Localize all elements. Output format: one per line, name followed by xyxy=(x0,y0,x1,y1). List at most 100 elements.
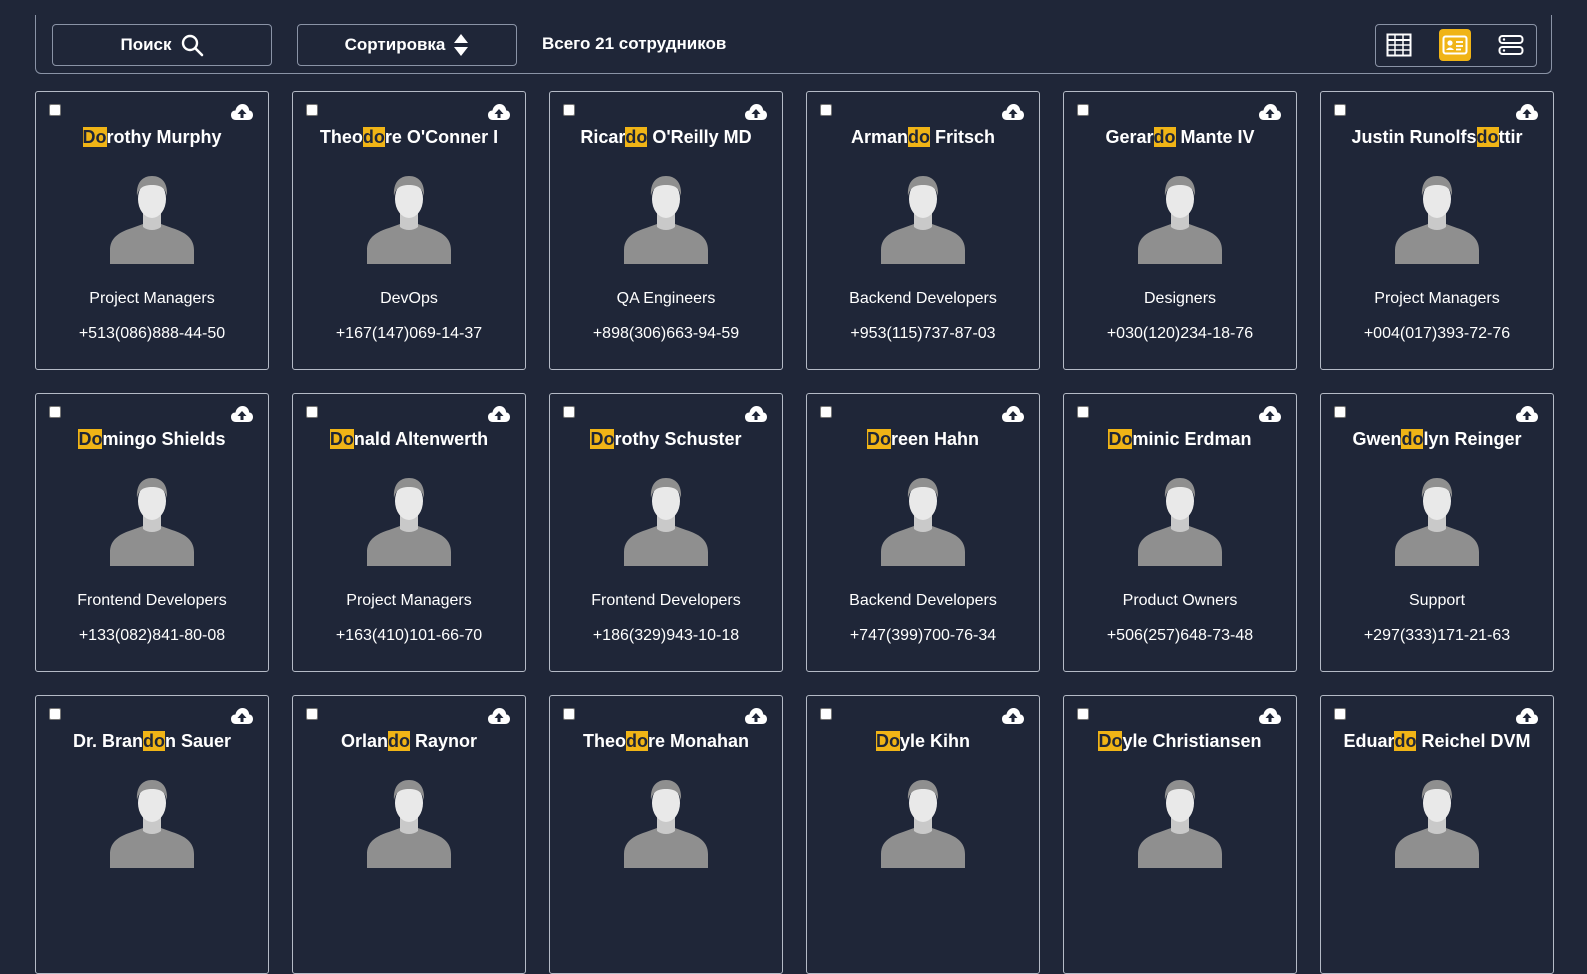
employee-card[interactable]: Orlando Raynor xyxy=(292,695,526,974)
search-highlight: do xyxy=(1394,731,1417,751)
table-view-button[interactable] xyxy=(1383,29,1415,61)
search-highlight: do xyxy=(143,731,165,751)
employee-name-suffix: nald Altenwerth xyxy=(353,429,489,449)
cloud-upload-icon[interactable] xyxy=(1515,404,1539,424)
select-checkbox[interactable] xyxy=(49,104,61,116)
employee-card[interactable]: Doreen Hahn Backend Developers +747(399)… xyxy=(806,393,1040,672)
select-checkbox[interactable] xyxy=(1334,708,1346,720)
employee-card[interactable]: Gwendolyn Reinger Support +297(333)171-2… xyxy=(1320,393,1554,672)
cloud-upload-icon[interactable] xyxy=(230,706,254,726)
cloud-upload-icon[interactable] xyxy=(744,404,768,424)
employee-card[interactable]: Doyle Christiansen xyxy=(1063,695,1297,974)
select-checkbox[interactable] xyxy=(563,708,575,720)
employee-card[interactable]: Dorothy Murphy Project Managers +513(086… xyxy=(35,91,269,370)
employee-card[interactable]: Eduardo Reichel DVM xyxy=(1320,695,1554,974)
employee-name: Doyle Kihn xyxy=(807,731,1039,752)
select-checkbox[interactable] xyxy=(1077,104,1089,116)
cloud-upload-icon[interactable] xyxy=(744,102,768,122)
employee-card[interactable]: Donald Altenwerth Project Managers +163(… xyxy=(292,393,526,672)
employee-name-suffix: O'Reilly MD xyxy=(647,127,752,147)
search-highlight: Do xyxy=(82,127,107,147)
select-checkbox[interactable] xyxy=(306,406,318,418)
avatar-placeholder-icon xyxy=(1395,176,1479,264)
employee-department: Project Managers xyxy=(89,290,215,307)
select-checkbox[interactable] xyxy=(1334,406,1346,418)
employee-card[interactable]: Armando Fritsch Backend Developers +953(… xyxy=(806,91,1040,370)
employee-name: Justin Runolfsdottir xyxy=(1321,127,1553,148)
select-checkbox[interactable] xyxy=(820,104,832,116)
view-switcher xyxy=(1375,24,1537,67)
select-checkbox[interactable] xyxy=(1077,708,1089,720)
employee-name-prefix: Ricar xyxy=(580,127,626,147)
employee-name-prefix: Theo xyxy=(319,127,363,147)
select-checkbox[interactable] xyxy=(820,708,832,720)
avatar-placeholder-icon xyxy=(624,780,708,868)
cloud-upload-icon[interactable] xyxy=(1001,404,1025,424)
employee-name-suffix: lyn Reinger xyxy=(1423,429,1522,449)
select-checkbox[interactable] xyxy=(1334,104,1346,116)
employee-name-prefix: Theo xyxy=(582,731,626,751)
cloud-upload-icon[interactable] xyxy=(487,706,511,726)
select-checkbox[interactable] xyxy=(49,406,61,418)
select-checkbox[interactable] xyxy=(820,406,832,418)
employee-card[interactable]: Ricardo O'Reilly MD QA Engineers +898(30… xyxy=(549,91,783,370)
employee-phone: +004(017)393-72-76 xyxy=(1363,325,1511,342)
employee-card[interactable]: Theodore Monahan xyxy=(549,695,783,974)
employee-card[interactable]: Domingo Shields Frontend Developers +133… xyxy=(35,393,269,672)
employee-name-suffix: n Sauer xyxy=(165,731,232,751)
employee-name: Theodore Monahan xyxy=(550,731,782,752)
avatar-placeholder-icon xyxy=(1138,478,1222,566)
avatar-placeholder-icon xyxy=(881,176,965,264)
cloud-upload-icon[interactable] xyxy=(230,404,254,424)
avatar-placeholder-icon xyxy=(881,478,965,566)
employee-department: Project Managers xyxy=(346,592,472,609)
cloud-upload-icon[interactable] xyxy=(230,102,254,122)
employee-card[interactable]: Dominic Erdman Product Owners +506(257)6… xyxy=(1063,393,1297,672)
select-checkbox[interactable] xyxy=(306,104,318,116)
select-checkbox[interactable] xyxy=(563,406,575,418)
employee-name: Dorothy Schuster xyxy=(550,429,782,450)
search-button[interactable]: Поиск xyxy=(52,24,272,66)
select-checkbox[interactable] xyxy=(1077,406,1089,418)
employee-name-suffix: ttir xyxy=(1498,127,1523,147)
employee-name-prefix: Orlan xyxy=(340,731,388,751)
employee-card[interactable]: Dorothy Schuster Frontend Developers +18… xyxy=(549,393,783,672)
avatar-placeholder-icon xyxy=(624,176,708,264)
employee-card[interactable]: Dr. Brandon Sauer xyxy=(35,695,269,974)
cloud-upload-icon[interactable] xyxy=(744,706,768,726)
select-checkbox[interactable] xyxy=(306,708,318,720)
employee-phone: +513(086)888-44-50 xyxy=(78,325,226,342)
card-view-button[interactable] xyxy=(1439,29,1471,61)
avatar-placeholder-icon xyxy=(1395,478,1479,566)
employee-card[interactable]: Theodore O'Conner I DevOps +167(147)069-… xyxy=(292,91,526,370)
cloud-upload-icon[interactable] xyxy=(1258,102,1282,122)
employee-name-suffix: Fritsch xyxy=(930,127,996,147)
search-highlight: Do xyxy=(590,429,615,449)
cloud-upload-icon[interactable] xyxy=(1258,404,1282,424)
cloud-upload-icon[interactable] xyxy=(487,102,511,122)
search-highlight: Do xyxy=(866,429,891,449)
cloud-upload-icon[interactable] xyxy=(1258,706,1282,726)
employee-department: Backend Developers xyxy=(849,592,997,609)
employee-department: Frontend Developers xyxy=(591,592,741,609)
employee-name-suffix: yle Christiansen xyxy=(1122,731,1262,751)
employee-card[interactable]: Gerardo Mante IV Designers +030(120)234-… xyxy=(1063,91,1297,370)
search-highlight: do xyxy=(908,127,930,147)
cloud-upload-icon[interactable] xyxy=(1515,706,1539,726)
employee-card[interactable]: Doyle Kihn xyxy=(806,695,1040,974)
employee-phone: +163(410)101-66-70 xyxy=(335,627,483,644)
sort-button[interactable]: Сортировка xyxy=(297,24,517,66)
cloud-upload-icon[interactable] xyxy=(487,404,511,424)
select-checkbox[interactable] xyxy=(563,104,575,116)
select-checkbox[interactable] xyxy=(49,708,61,720)
employee-name-prefix: Arman xyxy=(850,127,908,147)
cloud-upload-icon[interactable] xyxy=(1001,102,1025,122)
cloud-upload-icon[interactable] xyxy=(1001,706,1025,726)
sort-button-label: Сортировка xyxy=(344,35,446,54)
list-view-button[interactable] xyxy=(1495,29,1527,61)
employee-department: Product Owners xyxy=(1122,592,1238,609)
employee-name: Dominic Erdman xyxy=(1064,429,1296,450)
employee-card[interactable]: Justin Runolfsdottir Project Managers +0… xyxy=(1320,91,1554,370)
cloud-upload-icon[interactable] xyxy=(1515,102,1539,122)
employee-department: QA Engineers xyxy=(616,290,716,307)
